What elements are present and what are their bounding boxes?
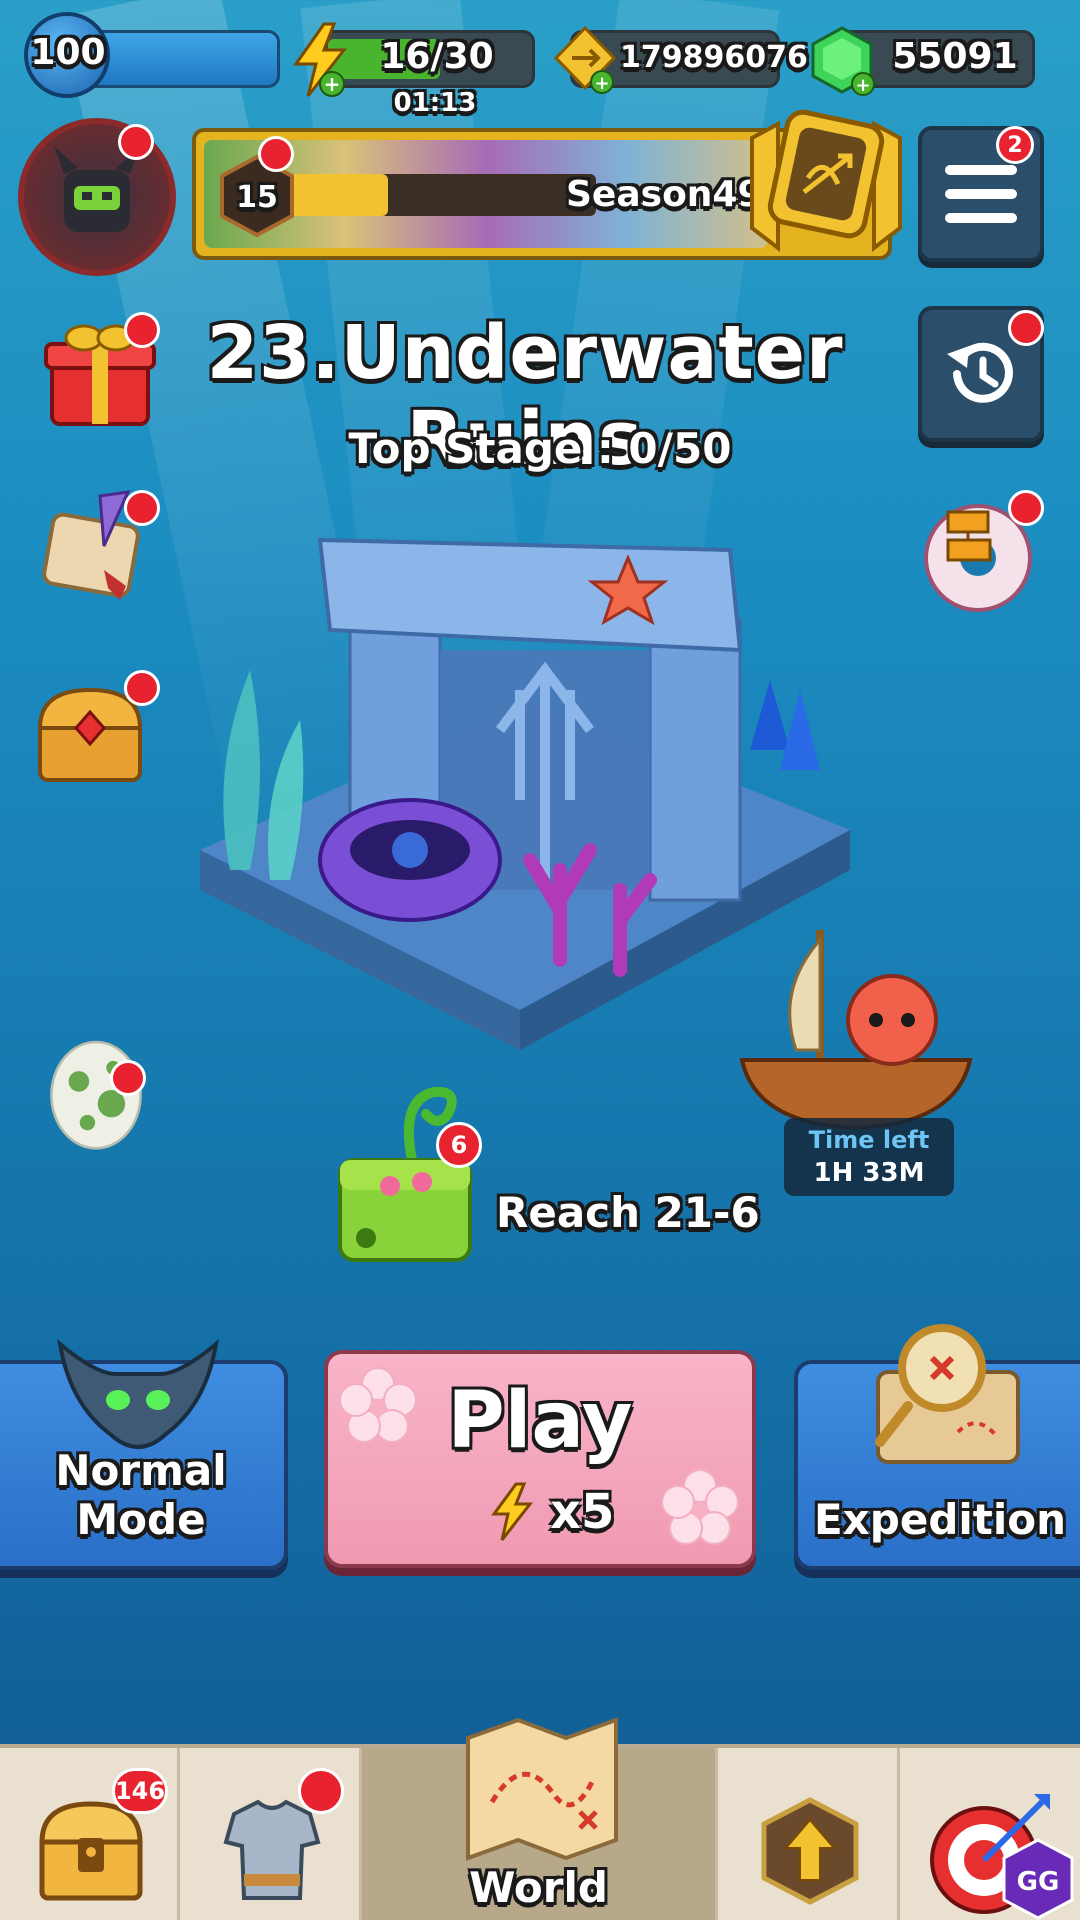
- history-notification-dot: [1008, 310, 1044, 346]
- gift-notification-dot: [124, 312, 160, 348]
- upgrade-arrow-icon: [761, 1797, 859, 1905]
- equipment-notification-dot: [298, 1768, 344, 1814]
- nav-tab-upgrade[interactable]: [718, 1748, 900, 1920]
- expedition-label: Expedition: [813, 1495, 1067, 1544]
- reward-chest-badge: 6: [436, 1122, 482, 1168]
- nav-tab-world[interactable]: World: [362, 1717, 718, 1920]
- hamburger-icon: [945, 165, 1017, 223]
- shop-badge: 146: [112, 1768, 168, 1814]
- avatar-notification-dot: [118, 124, 154, 160]
- play-button[interactable]: Play x5: [324, 1350, 756, 1568]
- gold-value: 179896076: [620, 40, 808, 75]
- overlay-logo-icon: GG: [1002, 1838, 1074, 1920]
- gem-value: 55091: [892, 36, 1018, 77]
- svg-text:+: +: [324, 72, 341, 96]
- time-left-label: Time left: [808, 1126, 930, 1154]
- bottom-nav: 146 World GG: [0, 1717, 1080, 1920]
- lightning-icon: +: [293, 22, 348, 97]
- world-map-icon: [466, 1717, 618, 1861]
- sprout-chest-icon[interactable]: [330, 1070, 490, 1270]
- normal-mode-button[interactable]: Normal Mode: [0, 1339, 288, 1570]
- nav-world-label: World: [469, 1863, 608, 1912]
- level-value: 100: [30, 32, 106, 73]
- manta-ray-icon: [57, 1339, 219, 1449]
- gold-coin-icon: +: [553, 25, 617, 94]
- play-label: Play: [447, 1376, 633, 1466]
- svg-text:+: +: [855, 75, 870, 96]
- shop-chest-icon: [39, 1801, 143, 1901]
- energy-timer: 01:13: [393, 88, 477, 118]
- time-left-panel: Time left 1H 33M: [784, 1118, 954, 1196]
- treasure-map-icon: [875, 1324, 1020, 1464]
- svg-text:GG: GG: [1017, 1867, 1060, 1897]
- season-tier: 15: [236, 180, 278, 215]
- event-notification-dot: [1008, 490, 1044, 526]
- sakura-flower-icon: [661, 1469, 739, 1545]
- svg-text:+: +: [594, 73, 609, 94]
- energy-cost-icon: [491, 1482, 534, 1541]
- quest-notification-dot: [124, 490, 160, 526]
- energy-value: 16/30: [380, 36, 494, 77]
- octopus-boat-icon[interactable]: [736, 910, 976, 1150]
- season-label: Season49: [566, 174, 763, 215]
- egg-notification-dot: [110, 1060, 146, 1096]
- reach-stage-label: Reach 21-6: [496, 1188, 760, 1237]
- archery-crest-icon: [750, 109, 902, 253]
- season-progress-track: [276, 174, 596, 216]
- top-stage-label: Top Stage : 0/50: [348, 424, 732, 473]
- normal-mode-label: Normal Mode: [55, 1446, 227, 1544]
- chest-notification-dot: [124, 670, 160, 706]
- menu-badge: 2: [996, 126, 1034, 164]
- season-notification-dot: [258, 136, 294, 172]
- nav-tab-talents[interactable]: GG: [900, 1748, 1080, 1920]
- history-clock-icon: [947, 342, 1013, 403]
- play-cost: x5: [550, 1484, 615, 1540]
- time-left-value: 1H 33M: [813, 1158, 925, 1188]
- gem-icon: +: [811, 26, 875, 96]
- expedition-button[interactable]: Expedition: [794, 1324, 1080, 1570]
